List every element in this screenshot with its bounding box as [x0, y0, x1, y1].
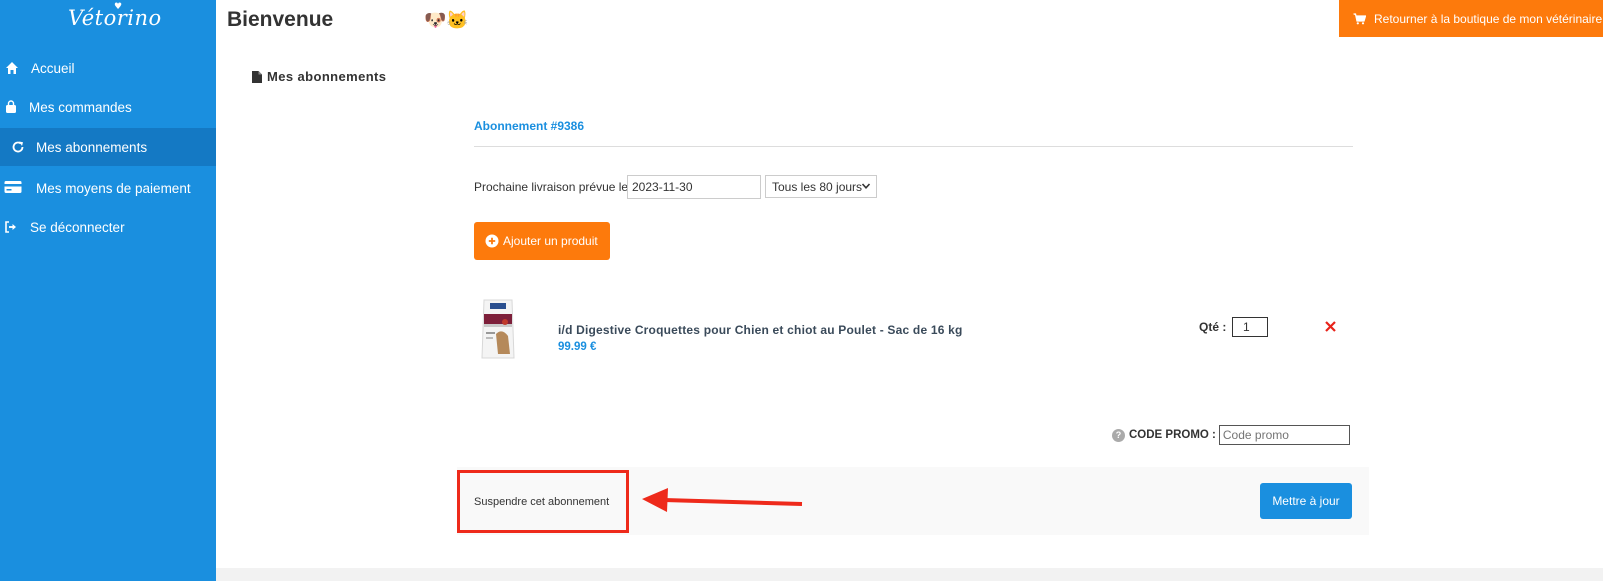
frequency-select[interactable]: Tous les 80 jours — [765, 175, 877, 198]
product-image[interactable] — [478, 298, 518, 360]
remove-product-icon[interactable] — [1324, 320, 1337, 333]
sidebar-item-paiement[interactable]: Mes moyens de paiement — [0, 169, 216, 207]
subscription-title: Abonnement #9386 — [474, 119, 585, 133]
promo-code-row: ? CODE PROMO : — [1112, 425, 1350, 445]
add-product-button[interactable]: Ajouter un produit — [474, 222, 610, 260]
annotation-arrow-icon — [642, 488, 803, 512]
document-icon — [252, 70, 262, 83]
sidebar-item-commandes[interactable]: Mes commandes — [0, 88, 216, 126]
sidebar-item-accueil[interactable]: Accueil — [0, 49, 216, 87]
sidebar-item-label: Se déconnecter — [30, 219, 125, 235]
promo-code-label: CODE PROMO : — [1129, 429, 1216, 441]
refresh-icon — [12, 141, 24, 153]
section-title-label: Mes abonnements — [267, 69, 387, 84]
product-price: 99.99 € — [558, 341, 597, 353]
cart-icon — [1353, 12, 1366, 24]
bag-icon — [6, 100, 16, 113]
sidebar-item-abonnements[interactable]: Mes abonnements — [0, 128, 216, 166]
section-title: Mes abonnements — [252, 69, 386, 84]
pets-emoji: 🐶🐱 — [424, 10, 469, 30]
update-button[interactable]: Mettre à jour — [1260, 483, 1352, 519]
annotation-highlight-box — [457, 470, 629, 533]
next-delivery-date-input[interactable] — [627, 175, 761, 199]
sidebar-item-deconnecter[interactable]: Se déconnecter — [0, 208, 216, 246]
sidebar-item-label: Mes moyens de paiement — [36, 180, 191, 196]
sidebar-item-label: Accueil — [31, 60, 75, 76]
sidebar: Vétorino ♥ Accueil Mes commandes Mes abo… — [0, 0, 216, 581]
promo-code-input[interactable] — [1218, 425, 1350, 445]
help-icon[interactable]: ? — [1112, 428, 1125, 442]
page-title: Bienvenue — [227, 8, 334, 31]
frequency-value: Tous les 80 jours — [772, 179, 863, 194]
logo[interactable]: Vétorino ♥ — [68, 2, 161, 36]
chevron-down-icon — [861, 183, 871, 189]
sidebar-item-label: Mes commandes — [29, 99, 132, 115]
divider — [474, 146, 1353, 147]
return-to-shop-label: Retourner à la boutique de mon vétérinai… — [1374, 11, 1603, 26]
logout-icon — [5, 221, 16, 233]
home-icon — [6, 62, 18, 74]
page-footer — [216, 568, 1603, 581]
plus-circle-icon — [485, 234, 499, 248]
quantity-input[interactable] — [1232, 317, 1268, 337]
product-name[interactable]: i/d Digestive Croquettes pour Chien et c… — [558, 323, 963, 337]
credit-card-icon — [4, 181, 22, 193]
paw-icon: ♥ — [114, 2, 123, 12]
add-product-label: Ajouter un produit — [503, 234, 598, 248]
sidebar-item-label: Mes abonnements — [36, 139, 148, 155]
quantity-label: Qté : — [1199, 320, 1227, 334]
next-delivery-label: Prochaine livraison prévue le — [474, 180, 629, 194]
return-to-shop-button[interactable]: Retourner à la boutique de mon vétérinai… — [1339, 0, 1603, 37]
